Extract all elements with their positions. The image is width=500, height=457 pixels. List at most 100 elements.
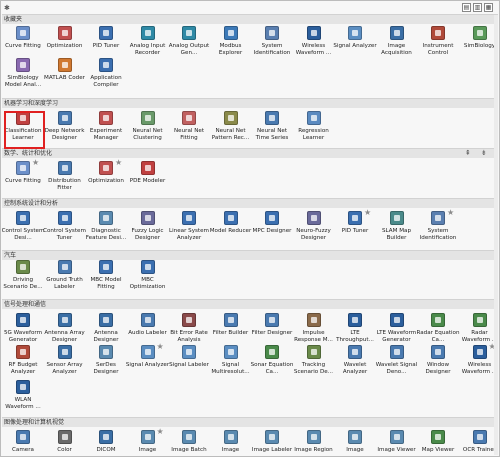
app-tile[interactable]: DICOM [86, 428, 126, 456]
app-icon [16, 430, 30, 444]
app-tile[interactable]: Model Reducer [209, 209, 252, 253]
app-tile[interactable]: Image Region [294, 428, 334, 456]
app-label: MBC Model Fitting [90, 277, 122, 290]
app-tile[interactable]: SimBiology Model Anal... [3, 56, 43, 100]
app-label: Image [221, 447, 240, 453]
app-tile[interactable]: Camera [3, 428, 43, 456]
app-tile[interactable]: Wavelet Analyzer [335, 343, 375, 387]
app-tile[interactable]: Image [335, 428, 375, 456]
app-tile[interactable]: Modbus Explorer [211, 24, 251, 68]
favorite-star-icon[interactable]: ★ [447, 209, 454, 217]
app-tile[interactable]: SLAM Map Builder [377, 209, 417, 253]
app-tile[interactable]: Signal Labeler [169, 343, 209, 387]
app-tile[interactable]: Deep Network Designer [45, 109, 85, 153]
app-tile[interactable]: Image Batch [169, 428, 209, 456]
expand-section-icon[interactable]: ⇟ [481, 149, 487, 157]
app-tile[interactable]: MBC Optimization [128, 258, 168, 302]
view-list-button[interactable]: ▤ [462, 3, 471, 12]
app-tile[interactable]: Driving Scenario De... [3, 258, 43, 302]
app-tile[interactable]: MATLAB Coder [44, 56, 85, 100]
favorite-star-icon[interactable]: ★ [115, 159, 122, 167]
app-tile[interactable]: Regression Learner [294, 109, 334, 153]
app-tile[interactable]: Map Viewer [418, 428, 458, 456]
section-header[interactable]: 机器学习和深度学习 [2, 98, 498, 108]
app-icon [223, 430, 238, 444]
app-icon [99, 161, 113, 175]
app-tile[interactable]: Neural Net Pattern Rec... [211, 109, 251, 153]
app-icon [431, 345, 445, 359]
app-tile[interactable]: Instrument Control [418, 24, 458, 68]
app-tile[interactable]: System Identification [252, 24, 292, 68]
app-tile[interactable]: Image Acquisition [377, 24, 417, 68]
app-tile[interactable]: Sonar Equation Ca... [251, 343, 293, 387]
app-tile[interactable]: Analog Input Recorder [128, 24, 168, 68]
pin-icon[interactable]: ✱ [4, 4, 10, 12]
app-icon [140, 260, 155, 274]
app-tile[interactable]: Control System Desi... [2, 209, 44, 253]
view-grid-button[interactable]: ▥ [473, 3, 482, 12]
section-header[interactable]: 数学、统计和优化 [2, 148, 498, 158]
app-icon [182, 26, 196, 40]
app-label: Window Designer [425, 362, 451, 375]
app-icon [99, 260, 113, 274]
app-tile[interactable]: ★ PID Tuner [335, 209, 375, 253]
app-label: Linear System Analyzer [168, 228, 210, 241]
app-tile[interactable]: MPC Designer [252, 209, 292, 253]
app-tile[interactable]: Image Labeler [252, 428, 292, 456]
app-tile[interactable]: ★ Optimization [86, 159, 126, 203]
favorite-star-icon[interactable]: ★ [157, 343, 164, 351]
app-tile[interactable]: Ground Truth Labeler [45, 258, 85, 302]
app-icon [99, 111, 113, 125]
app-tile[interactable]: Tracking Scenario De... [294, 343, 334, 387]
app-tile[interactable]: Color [45, 428, 85, 456]
app-tile[interactable]: Wireless Waveform ... [294, 24, 334, 68]
app-icon [57, 161, 72, 175]
app-tile[interactable]: Distribution Fitter [45, 159, 85, 203]
app-tile[interactable]: ★ Curve Fitting [3, 159, 43, 203]
app-tile[interactable]: WLAN Waveform ... [3, 378, 43, 422]
app-tile[interactable]: SerDes Designer [86, 343, 126, 387]
app-tile[interactable]: Fuzzy Logic Designer [128, 209, 168, 253]
app-tile[interactable]: Diagnostic Feature Desi... [86, 209, 126, 253]
app-tile[interactable]: Neural Net Fitting [169, 109, 209, 153]
app-tile[interactable]: ★ System Identification [418, 209, 458, 253]
app-label: Filter Builder [212, 330, 249, 336]
app-tile[interactable]: Window Designer [418, 343, 458, 387]
app-tile[interactable]: Wavelet Signal Deno... [376, 343, 417, 387]
app-tile[interactable]: Neuro-Fuzzy Designer [294, 209, 334, 253]
app-tile[interactable]: Signal Analyzer [333, 24, 377, 68]
app-tile[interactable]: ★ Signal Analyzer [126, 343, 169, 387]
collapse-section-icon[interactable]: ⇞ [465, 149, 471, 157]
app-tile[interactable]: Control System Tuner [43, 209, 86, 253]
section-header[interactable]: 控制系统设计和分析 [2, 198, 498, 208]
favorite-star-icon[interactable]: ★ [32, 159, 39, 167]
app-tile[interactable]: Neural Net Time Series [252, 109, 292, 153]
app-tile[interactable]: Linear System Analyzer [169, 209, 209, 253]
app-icon [472, 345, 487, 359]
app-tile[interactable]: Application Compiler [86, 56, 126, 100]
app-tile[interactable]: Experiment Manager [86, 109, 126, 153]
app-label: Model Reducer [209, 228, 252, 234]
app-tile[interactable]: Neural Net Clustering [128, 109, 168, 153]
app-label: PID Tuner [341, 228, 369, 234]
app-tile[interactable]: ★ Image [128, 428, 168, 456]
app-label: Image Viewer [377, 447, 416, 453]
app-tile[interactable]: Signal Multiresolut... [211, 343, 251, 387]
app-tile[interactable]: MBC Model Fitting [86, 258, 126, 302]
app-tile[interactable]: Analog Output Gen... [169, 24, 209, 68]
section-header[interactable]: 信号处理和通信 [2, 299, 498, 309]
favorite-star-icon[interactable]: ★ [157, 428, 164, 436]
scrollbar[interactable] [494, 15, 498, 455]
app-icon [472, 26, 487, 40]
app-label: Ground Truth Labeler [46, 277, 83, 290]
view-detail-button[interactable]: ▦ [484, 3, 493, 12]
app-tile[interactable]: Image Viewer [377, 428, 417, 456]
app-tile[interactable]: Sensor Array Analyzer [45, 343, 85, 387]
section-header[interactable]: 收藏夹 [2, 14, 498, 24]
app-tile[interactable]: Image [211, 428, 251, 456]
app-icon [57, 111, 72, 125]
section-header[interactable]: 图像处理和计算机视觉 [2, 417, 498, 427]
app-label: Diagnostic Feature Desi... [85, 228, 127, 241]
favorite-star-icon[interactable]: ★ [364, 209, 371, 217]
app-tile[interactable]: PDE Modeler [128, 159, 168, 203]
